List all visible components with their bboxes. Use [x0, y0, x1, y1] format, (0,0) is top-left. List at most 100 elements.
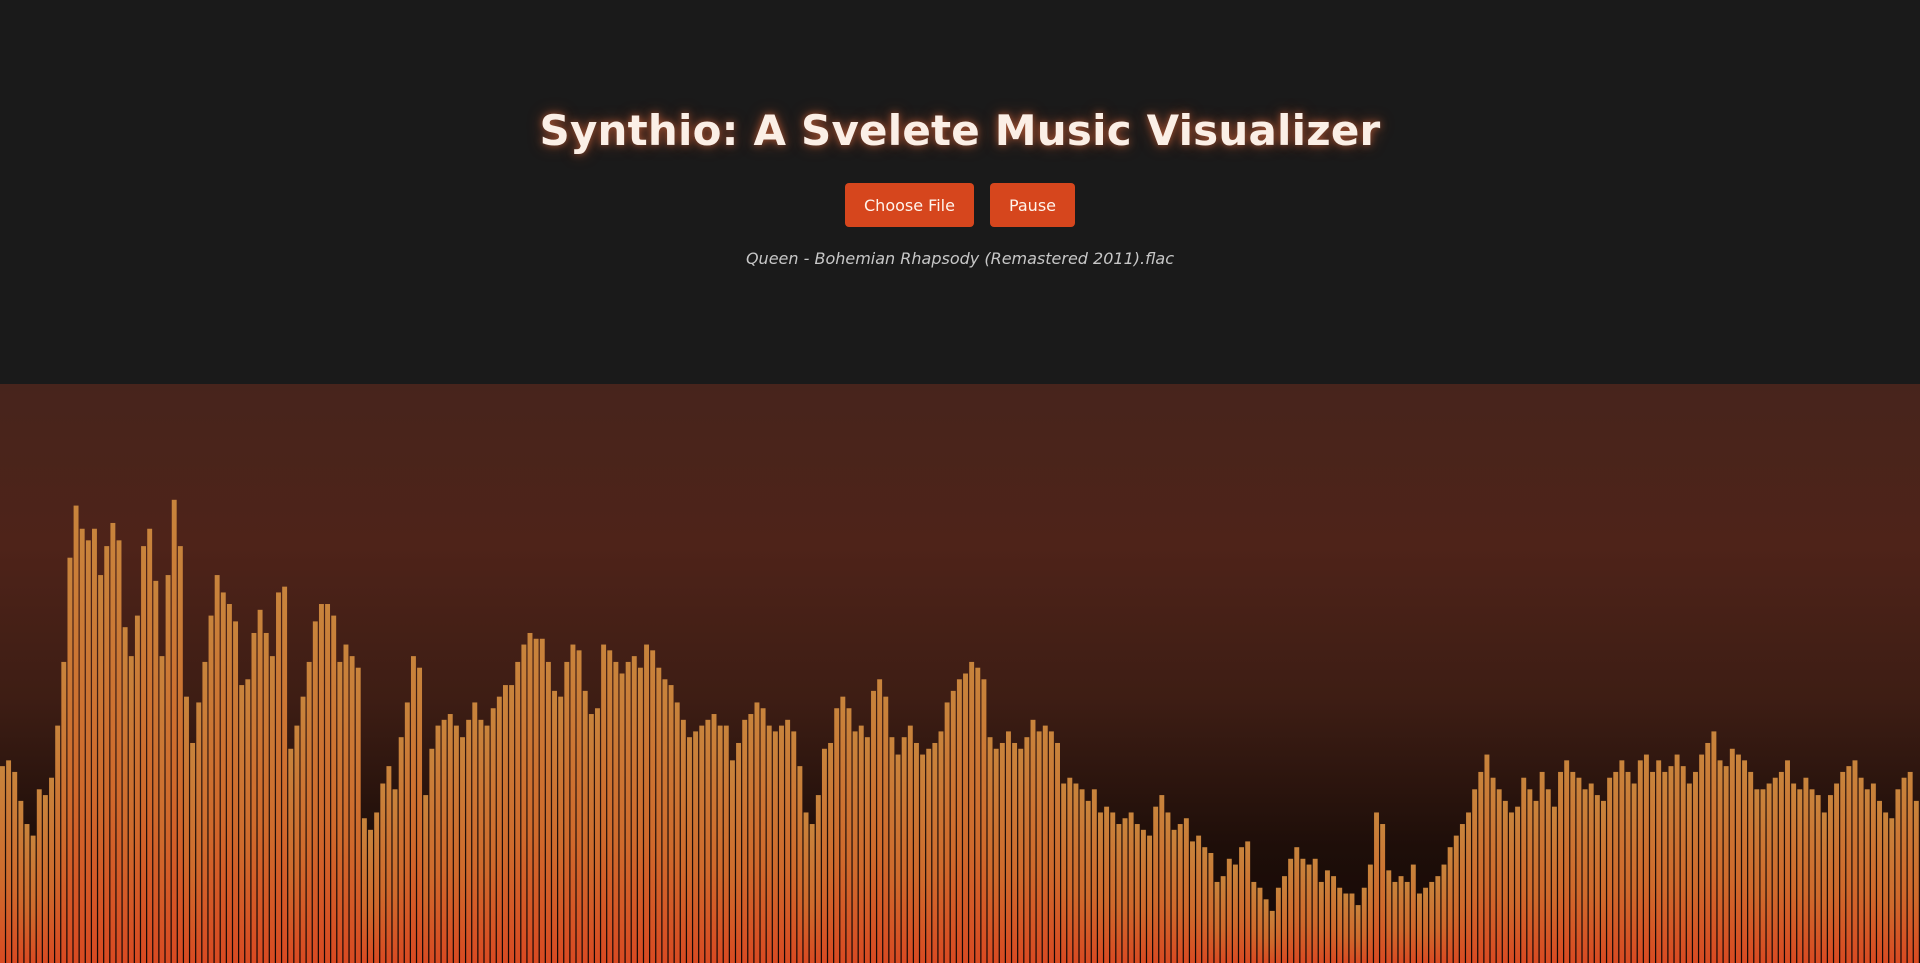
spectrum-bar	[809, 824, 815, 963]
spectrum-bar	[760, 708, 766, 963]
spectrum-bar	[1754, 789, 1760, 963]
spectrum-bar	[1846, 766, 1852, 963]
spectrum-bar	[877, 679, 883, 963]
spectrum-bar	[386, 766, 392, 963]
spectrum-bar	[1883, 812, 1889, 963]
spectrum-bar	[981, 679, 987, 963]
spectrum-bar	[956, 679, 962, 963]
spectrum-bar	[1134, 824, 1140, 963]
spectrum-bar	[404, 702, 410, 963]
spectrum-bar	[1251, 881, 1257, 963]
spectrum-bar	[705, 719, 711, 963]
spectrum-bar	[1515, 806, 1521, 963]
spectrum-bar	[380, 783, 386, 963]
spectrum-bar	[98, 575, 104, 963]
spectrum-bar	[999, 742, 1005, 963]
spectrum-bar	[754, 702, 760, 963]
spectrum-bar	[196, 702, 202, 963]
spectrum-bar	[410, 656, 416, 963]
spectrum-bar	[1239, 847, 1245, 963]
spectrum-bar	[1257, 887, 1263, 963]
spectrum-bar	[631, 656, 637, 963]
spectrum-bar	[1392, 881, 1398, 963]
spectrum-bar	[116, 540, 122, 963]
spectrum-bar	[1245, 841, 1251, 963]
spectrum-bar	[171, 499, 177, 963]
spectrum-bar	[134, 615, 140, 963]
spectrum-bar	[1539, 771, 1545, 963]
header: Synthio: A Svelete Music Visualizer Choo…	[0, 0, 1920, 384]
spectrum-bar	[1564, 760, 1570, 963]
spectrum-bar	[435, 725, 441, 963]
spectrum-bar	[1674, 754, 1680, 963]
spectrum-bar	[1570, 771, 1576, 963]
choose-file-button[interactable]: Choose File	[845, 183, 974, 227]
spectrum-bar	[687, 737, 692, 963]
spectrum-bar	[852, 731, 858, 963]
spectrum-bar	[1766, 783, 1772, 963]
spectrum-bar	[521, 644, 527, 963]
spectrum-bar	[1693, 771, 1698, 963]
spectrum-bar	[312, 621, 318, 963]
spectrum-bar	[1355, 905, 1361, 963]
spectrum-bar	[1864, 789, 1870, 963]
playback-controls: Choose File Pause	[845, 183, 1075, 227]
spectrum-bar	[1202, 847, 1208, 963]
spectrum-bar	[711, 714, 717, 963]
spectrum-bar	[1220, 876, 1226, 963]
spectrum-bar	[214, 575, 220, 963]
spectrum-bar	[650, 650, 656, 963]
spectrum-bar	[828, 742, 834, 963]
spectrum-bar	[1650, 771, 1656, 963]
spectrum-bar	[1036, 731, 1042, 963]
spectrum-bar	[766, 725, 772, 963]
spectrum-bar	[466, 719, 472, 963]
spectrum-bar	[1073, 783, 1079, 963]
pause-button[interactable]: Pause	[989, 183, 1075, 227]
spectrum-bar	[1735, 754, 1741, 963]
spectrum-bar	[1337, 887, 1343, 963]
spectrum-bar	[472, 702, 478, 963]
spectrum-bar	[963, 673, 968, 963]
spectrum-bar	[1588, 783, 1594, 963]
spectrum-bar	[637, 667, 643, 963]
spectrum-bar	[1177, 824, 1183, 963]
spectrum-bar	[1153, 806, 1159, 963]
spectrum-bar	[1282, 876, 1287, 963]
spectrum-bar	[1521, 777, 1527, 963]
spectrum-bar	[1582, 789, 1588, 963]
spectrum-bar	[1729, 748, 1735, 963]
now-playing-filename: Queen - Bohemian Rhapsody (Remastered 20…	[745, 249, 1175, 268]
spectrum-bar	[625, 661, 631, 963]
spectrum-bar	[42, 795, 48, 963]
spectrum-bar	[208, 615, 214, 963]
spectrum-bar	[1509, 812, 1514, 963]
spectrum-bar	[1533, 800, 1539, 963]
spectrum-bar	[12, 771, 18, 963]
spectrum-bar	[6, 760, 12, 963]
spectrum-bar	[423, 795, 429, 963]
spectrum-visualizer	[0, 384, 1920, 963]
spectrum-bar	[1012, 742, 1018, 963]
spectrum-bar	[1128, 812, 1134, 963]
spectrum-bar	[1104, 806, 1110, 963]
spectrum-bar	[907, 725, 913, 963]
spectrum-bar	[1275, 887, 1281, 963]
spectrum-bar	[1601, 800, 1606, 963]
spectrum-bar	[1061, 783, 1067, 963]
spectrum-bar	[1269, 910, 1275, 963]
spectrum-bar	[355, 667, 361, 963]
spectrum-bar	[607, 650, 613, 963]
spectrum-bar	[717, 725, 723, 963]
spectrum-bar	[1410, 864, 1416, 963]
spectrum-bar	[1594, 795, 1600, 963]
spectrum-bar	[772, 731, 778, 963]
spectrum-bar	[484, 725, 490, 963]
spectrum-bar	[913, 742, 919, 963]
spectrum-bar	[779, 725, 784, 963]
spectrum-bar	[490, 708, 496, 963]
spectrum-bar	[147, 528, 153, 963]
spectrum-bar	[349, 656, 355, 963]
spectrum-bar	[570, 644, 576, 963]
spectrum-bar	[1895, 789, 1901, 963]
